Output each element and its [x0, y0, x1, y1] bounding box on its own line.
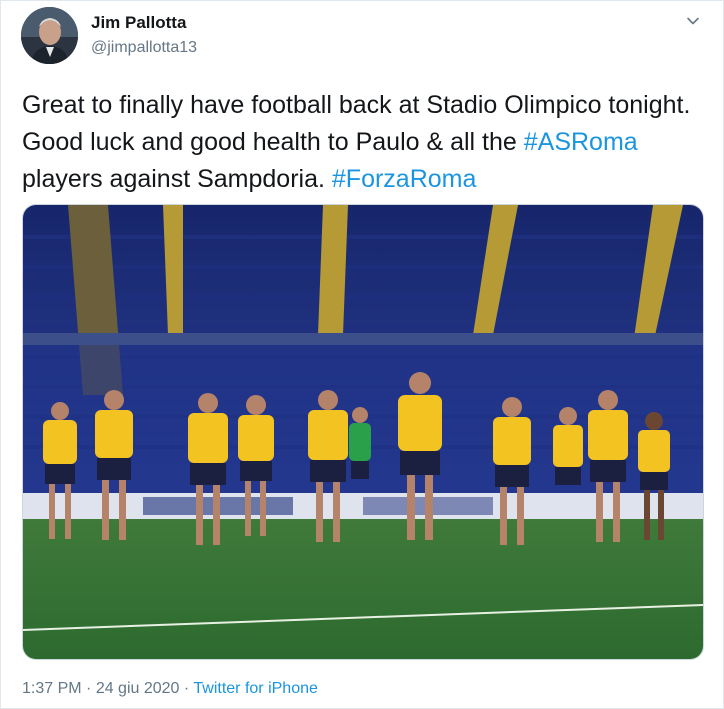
- meta-separator: ·: [81, 680, 96, 697]
- hashtag-forzaroma-link[interactable]: #ForzaRoma: [332, 165, 477, 193]
- avatar[interactable]: [21, 7, 78, 64]
- tweet-meta: 1:37 PM · 24 giu 2020 · Twitter for iPho…: [22, 680, 318, 698]
- author-handle[interactable]: @jimpallotta13: [91, 39, 197, 57]
- profile-photo-icon: [21, 7, 78, 64]
- meta-separator: ·: [179, 680, 194, 697]
- tweet-card: Jim Pallotta @jimpallotta13 Great to fin…: [0, 0, 724, 709]
- author-display-name[interactable]: Jim Pallotta: [91, 13, 186, 33]
- chevron-down-icon[interactable]: [685, 13, 701, 29]
- tweet-text: Great to finally have football back at S…: [22, 87, 702, 198]
- hashtag-asroma-link[interactable]: #ASRoma: [524, 128, 638, 156]
- tweet-source-link[interactable]: Twitter for iPhone: [193, 680, 318, 697]
- tweet-time[interactable]: 1:37 PM: [22, 680, 82, 697]
- tweet-text-part: players against Sampdoria.: [22, 165, 332, 193]
- tweet-photo[interactable]: [22, 204, 704, 660]
- tweet-date[interactable]: 24 giu 2020: [96, 680, 180, 697]
